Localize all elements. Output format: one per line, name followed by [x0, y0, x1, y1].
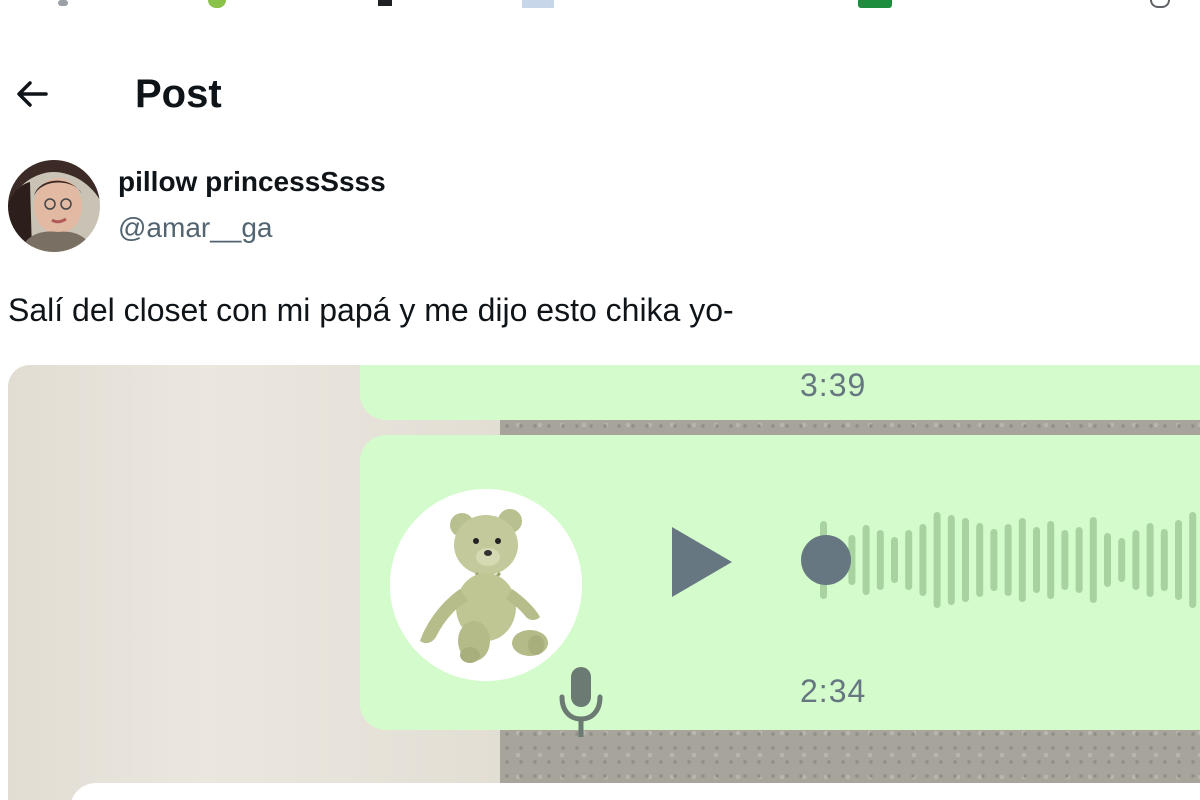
waveform-bar [1189, 512, 1197, 608]
voice-note-bubble: 2:34 [360, 435, 1200, 737]
waveform-bar [1104, 533, 1111, 587]
waveform-bar [990, 529, 998, 591]
voice-note-waveform[interactable] [800, 505, 1200, 615]
waveform-bar [862, 525, 870, 595]
microphone-badge [556, 663, 606, 746]
waveform-bar [1160, 529, 1168, 591]
back-button[interactable] [8, 72, 56, 116]
waveform-bar [891, 537, 898, 583]
toolbar-icon-a[interactable] [58, 0, 68, 6]
waveform-bar [876, 530, 884, 590]
previous-message-bubble: 3:39 [360, 365, 1200, 420]
post-author: pillow princessSsss @amar__ga [8, 160, 708, 252]
waveform-bar [1018, 518, 1026, 602]
author-display-name[interactable]: pillow princessSsss [118, 166, 386, 198]
waveform-bar [933, 512, 941, 608]
waveform-bar [1132, 530, 1140, 590]
voice-note-sender-avatar [390, 489, 582, 681]
page-title: Post [135, 72, 222, 116]
waveform-progress-handle[interactable] [801, 535, 851, 585]
browser-toolbar-strip [0, 0, 1200, 10]
waveform-bar [1033, 527, 1040, 593]
waveform-bar [962, 518, 969, 602]
author-avatar[interactable] [8, 160, 100, 252]
microphone-icon [559, 667, 603, 737]
waveform-bar [1089, 517, 1097, 603]
waveform-bar [919, 524, 927, 596]
waveform-bar [976, 523, 984, 597]
post-text: Salí del closet con mi papá y me dijo es… [8, 292, 734, 328]
waveform-bar [947, 515, 955, 605]
toolbar-icon-f[interactable] [1150, 0, 1170, 8]
toolbar-icon-e[interactable] [858, 0, 892, 8]
waveform-bar [1075, 527, 1083, 593]
profile-photo-icon [8, 160, 100, 252]
play-icon [672, 527, 732, 597]
teddy-bear-avatar-icon [390, 489, 582, 681]
toolbar-icon-c[interactable] [378, 0, 392, 6]
waveform-bar [1175, 520, 1182, 600]
toolbar-icon-d[interactable] [522, 0, 554, 8]
arrow-left-icon [17, 81, 48, 107]
author-handle[interactable]: @amar__ga [118, 212, 273, 244]
voice-note-duration: 2:34 [800, 673, 867, 709]
waveform-bar [1061, 530, 1069, 590]
waveform-bar [905, 530, 913, 590]
waveform-bar [1004, 524, 1012, 596]
toolbar-icon-b[interactable] [208, 0, 226, 8]
post-header: Post [0, 60, 1200, 130]
waveform-bar [1146, 523, 1154, 597]
next-message-bubble [70, 783, 1200, 800]
waveform-bar [1118, 538, 1126, 582]
waveform-bar [1047, 521, 1055, 599]
play-button[interactable] [666, 523, 736, 601]
previous-message-time: 3:39 [800, 367, 867, 403]
post-media-image[interactable]: 3:39 2:34 [8, 365, 1200, 800]
